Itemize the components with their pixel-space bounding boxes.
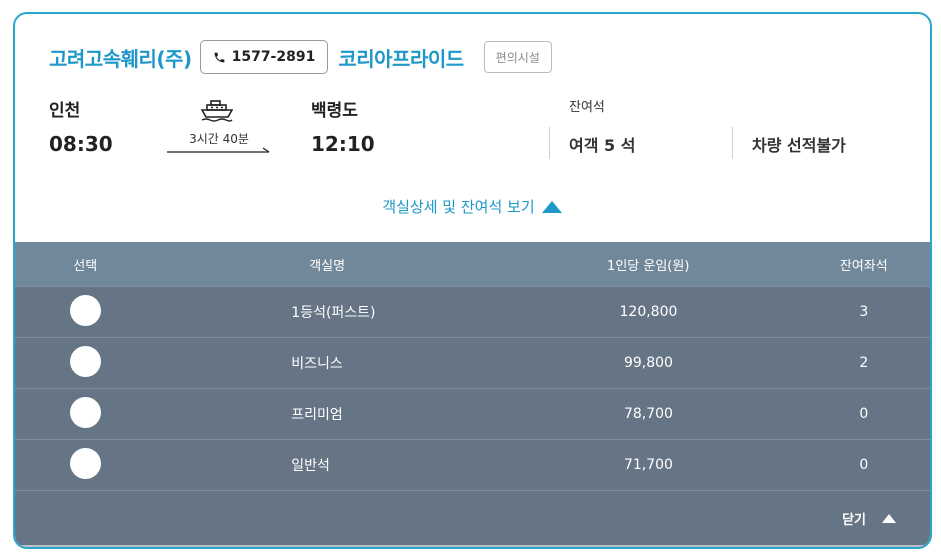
- trip-duration: 3시간 40분: [189, 132, 249, 146]
- header-remaining: 잔여좌석: [839, 258, 888, 274]
- panel-footer: 닫기: [15, 490, 930, 546]
- cabin-name: 프리미엄: [291, 407, 343, 423]
- cabin-radio[interactable]: [69, 447, 101, 479]
- divider: [732, 127, 733, 159]
- ship-name: 코리아프라이드: [338, 46, 464, 71]
- ferry-summary: 고려고속훼리(주) 1577-2891 코리아프라이드 편의시설 인천 08:3…: [15, 14, 930, 242]
- arrival-time: 12:10: [311, 132, 375, 156]
- passenger-seats: 여객 5 석: [569, 136, 636, 155]
- divider: [549, 127, 550, 159]
- bottom-bar: [15, 545, 930, 547]
- cabin-remaining: 0: [859, 406, 869, 422]
- cabin-fare: 71,700: [623, 457, 673, 473]
- caret-up-icon: [541, 200, 562, 213]
- cabin-remaining: 0: [859, 457, 869, 473]
- ferry-card: 고려고속훼리(주) 1577-2891 코리아프라이드 편의시설 인천 08:3…: [13, 12, 932, 549]
- cabin-details-toggle-button[interactable]: 객실상세 및 잔여석 보기: [382, 196, 562, 217]
- cabin-fare: 99,800: [623, 355, 673, 371]
- ship-icon: [201, 100, 233, 122]
- table-row: 비즈니스 99,800 2: [15, 337, 930, 388]
- header-fare: 1인당 운임(원): [607, 258, 690, 274]
- cabin-radio[interactable]: [69, 294, 101, 326]
- departure-time: 08:30: [49, 132, 113, 156]
- route-arrow-icon: [167, 147, 270, 153]
- toggle-label: 객실상세 및 잔여석 보기: [382, 198, 535, 216]
- caret-up-icon: [882, 514, 896, 523]
- remaining-seats-label: 잔여석: [569, 100, 605, 115]
- header-select: 선택: [73, 258, 98, 274]
- table-row: 일반석 71,700 0: [15, 439, 930, 490]
- table-row: 프리미엄 78,700 0: [15, 388, 930, 439]
- ferry-header: 고려고속훼리(주) 1577-2891 코리아프라이드 편의시설: [49, 40, 552, 74]
- cabin-panel: 선택 객실명 1인당 운임(원) 잔여좌석 1등석(퍼스트) 120,800 3…: [15, 242, 930, 547]
- cabin-radio[interactable]: [69, 396, 101, 428]
- cabin-radio[interactable]: [69, 345, 101, 377]
- cabin-fare: 120,800: [619, 304, 678, 320]
- cabin-details-toggle: 객실상세 및 잔여석 보기: [15, 196, 930, 217]
- phone-button[interactable]: 1577-2891: [199, 40, 329, 74]
- departure-city: 인천: [49, 101, 81, 121]
- facility-button[interactable]: 편의시설: [483, 41, 552, 73]
- cabin-table-header: 선택 객실명 1인당 운임(원) 잔여좌석: [15, 242, 930, 286]
- close-label: 닫기: [842, 513, 866, 528]
- cabin-name: 일반석: [291, 458, 330, 474]
- phone-icon: [214, 52, 224, 62]
- cabin-name: 비즈니스: [291, 356, 343, 372]
- vehicle-seats: 차량 선적불가: [752, 136, 846, 155]
- phone-number: 1577-2891: [231, 49, 316, 65]
- cabin-name: 1등석(퍼스트): [291, 305, 376, 321]
- cabin-remaining: 3: [859, 304, 869, 320]
- close-button[interactable]: 닫기: [842, 509, 896, 528]
- header-cabin-name: 객실명: [309, 258, 346, 274]
- arrival-city: 백령도: [311, 101, 358, 121]
- cabin-fare: 78,700: [623, 406, 673, 422]
- cabin-remaining: 2: [859, 355, 869, 371]
- table-row: 1등석(퍼스트) 120,800 3: [15, 286, 930, 337]
- company-name: 고려고속훼리(주): [49, 46, 192, 71]
